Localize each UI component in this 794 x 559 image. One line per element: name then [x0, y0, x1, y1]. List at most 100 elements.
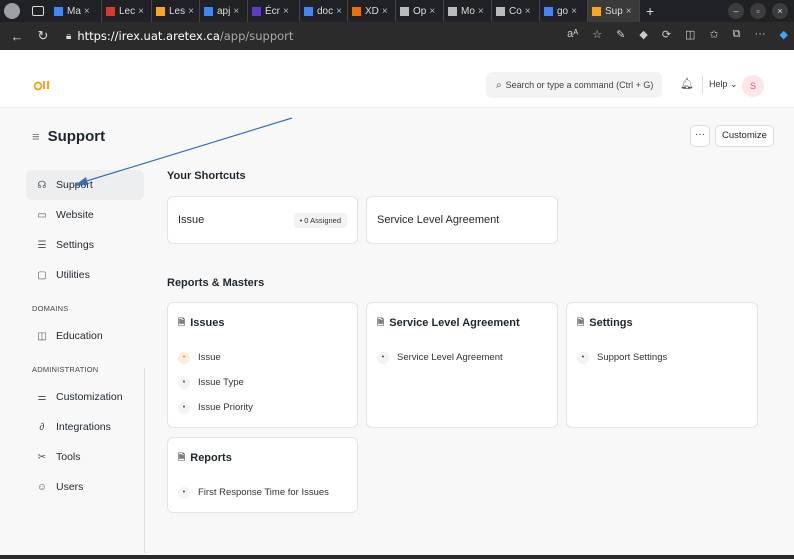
sidebar-item-integrations[interactable]: ∂ Integrations	[26, 412, 144, 442]
close-icon[interactable]: ×	[233, 6, 239, 17]
close-icon[interactable]: ×	[478, 6, 484, 17]
link-issue-priority[interactable]: • Issue Priority	[178, 395, 347, 420]
browser-tab[interactable]: apj ×	[200, 0, 248, 22]
refresh-extension-icon[interactable]: ⟳	[662, 28, 671, 41]
back-icon[interactable]: ←	[8, 29, 26, 44]
browser-tab[interactable]: Lec ×	[102, 0, 152, 22]
close-icon[interactable]: ×	[429, 6, 435, 17]
browser-tab[interactable]: Mo ×	[444, 0, 492, 22]
card-title-label: Settings	[589, 317, 633, 329]
sidebar-item-label: Education	[56, 330, 103, 342]
browser-tab[interactable]: XD ×	[348, 0, 396, 22]
tab-label: Écr	[265, 5, 280, 17]
close-icon[interactable]: ×	[336, 6, 342, 17]
shortcuts-heading: Your Shortcuts	[167, 170, 246, 182]
tab-label: Sup	[605, 5, 623, 17]
browser-tab[interactable]: Ma ×	[50, 0, 102, 22]
shortcut-label: Service Level Agreement	[377, 214, 500, 226]
close-icon[interactable]: ×	[525, 6, 531, 17]
url-field[interactable]: https://irex.uat.aretex.ca/app/support	[77, 29, 293, 43]
card-reports: 🗎︎ Reports • First Response Time for Issue…	[167, 437, 358, 513]
more-options-button[interactable]: ···	[690, 125, 710, 147]
tab-label: XD	[365, 5, 379, 17]
link-support-settings[interactable]: • Support Settings	[577, 345, 747, 370]
close-icon[interactable]: ×	[138, 6, 144, 17]
close-icon[interactable]: ×	[382, 6, 388, 17]
browser-tab[interactable]: go ×	[540, 0, 588, 22]
browser-tab[interactable]: doc ×	[300, 0, 348, 22]
tab-favicon-icon	[592, 6, 601, 16]
copilot-icon[interactable]: ◆	[780, 28, 788, 41]
tab-favicon-icon	[252, 6, 261, 16]
favorites-icon[interactable]: ✩	[709, 28, 718, 41]
link-first-response-time[interactable]: • First Response Time for Issues	[178, 480, 347, 505]
logo-icon	[33, 81, 49, 91]
link-label: Issue Priority	[198, 402, 253, 413]
customize-button[interactable]: Customize	[715, 125, 774, 147]
sidebar-item-support[interactable]: ☊ Support	[26, 170, 144, 200]
browser-tab-active[interactable]: Sup ×	[588, 0, 640, 22]
notification-bell-icon[interactable]: 🔔︎	[680, 77, 694, 90]
close-icon[interactable]: ×	[188, 6, 194, 17]
collections-icon[interactable]: ⧉	[733, 28, 741, 41]
profile-icon[interactable]	[4, 3, 20, 19]
favorite-icon[interactable]: ☆	[592, 28, 602, 41]
link-issue[interactable]: • Issue	[178, 345, 347, 370]
link-issue-type[interactable]: • Issue Type	[178, 370, 347, 395]
browser-tab[interactable]: Co ×	[492, 0, 540, 22]
card-title[interactable]: 🗎︎ Issues	[178, 315, 347, 331]
read-aloud-icon[interactable]: aᴬ	[567, 28, 578, 41]
tab-label: Ma	[67, 5, 81, 17]
document-icon: 🗎︎	[178, 452, 186, 462]
search-input[interactable]: ⌕ Search or type a command (Ctrl + G)	[486, 72, 662, 98]
card-title[interactable]: 🗎︎ Settings	[577, 315, 747, 331]
sidebar-item-tools[interactable]: ✂ Tools	[26, 442, 144, 472]
close-icon[interactable]: ×	[571, 6, 577, 17]
hamburger-icon[interactable]: ≡	[32, 129, 40, 144]
help-dropdown[interactable]: Help ⌄	[702, 75, 738, 94]
extension-icon[interactable]: ✎	[616, 28, 625, 41]
close-icon[interactable]: ×	[626, 6, 632, 17]
maximize-icon[interactable]: ▫	[750, 3, 766, 19]
shield-icon[interactable]: ◆	[639, 28, 647, 41]
workspaces-icon[interactable]	[32, 6, 44, 16]
sidebar-item-utilities[interactable]: ▢ Utilities	[26, 260, 144, 290]
sidebar-item-customization[interactable]: ⚌ Customization	[26, 382, 144, 412]
close-window-icon[interactable]: ×	[772, 3, 788, 19]
search-icon: ⌕	[496, 79, 502, 91]
sidebar-item-users[interactable]: ☺ Users	[26, 472, 144, 502]
more-icon[interactable]: ···	[755, 28, 766, 41]
sidebar-item-website[interactable]: ▭ Website	[26, 200, 144, 230]
tab-favicon-icon	[448, 6, 457, 16]
reload-icon[interactable]: ↻	[34, 28, 52, 44]
avatar[interactable]: S	[742, 75, 764, 97]
browser-tab[interactable]: Les ×	[152, 0, 200, 22]
shortcut-service-level-agreement[interactable]: Service Level Agreement	[366, 196, 558, 244]
new-tab-icon[interactable]: +	[646, 3, 654, 19]
split-screen-icon[interactable]: ◫	[685, 28, 695, 41]
reports-heading: Reports & Masters	[167, 277, 265, 289]
link-service-level-agreement[interactable]: • Service Level Agreement	[377, 345, 547, 370]
page-header: ≡ Support	[32, 128, 105, 145]
card-service-level-agreement: 🗎︎ Service Level Agreement • Service Level…	[366, 302, 558, 428]
browser-tab[interactable]: Op ×	[396, 0, 444, 22]
close-icon[interactable]: ×	[84, 6, 90, 17]
sidebar-divider	[144, 368, 145, 553]
tab-favicon-icon	[54, 6, 63, 16]
tab-label: go	[557, 5, 569, 17]
close-icon[interactable]: ×	[283, 6, 289, 17]
minimize-icon[interactable]: –	[728, 3, 744, 19]
document-icon: 🗎︎	[178, 317, 186, 327]
integration-icon: ∂	[39, 421, 45, 433]
folder-icon: ▢	[37, 269, 47, 281]
app-logo[interactable]	[33, 78, 52, 94]
browser-tab[interactable]: Écr ×	[248, 0, 300, 22]
shortcut-issue[interactable]: Issue • 0 Assigned	[167, 196, 358, 244]
sidebar-item-education[interactable]: ◫ Education	[26, 321, 144, 351]
lock-icon[interactable]: 🔒︎	[66, 31, 71, 42]
bullet-icon: •	[178, 486, 190, 499]
sidebar-item-settings[interactable]: ☰ Settings	[26, 230, 144, 260]
card-title[interactable]: 🗎︎ Service Level Agreement	[377, 315, 547, 331]
card-title[interactable]: 🗎︎ Reports	[178, 450, 347, 466]
sidebar-item-label: Support	[56, 179, 93, 191]
